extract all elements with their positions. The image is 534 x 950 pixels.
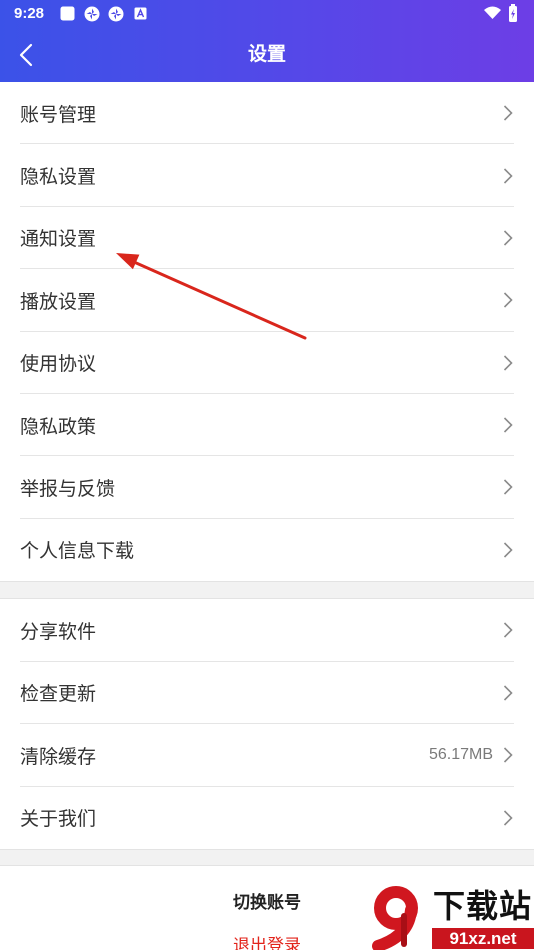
watermark-site: 91xz.net xyxy=(432,928,534,949)
settings-row-account-management[interactable]: 账号管理 xyxy=(0,82,534,145)
settings-row-privacy-policy[interactable]: 隐私政策 xyxy=(0,394,534,457)
chevron-right-icon xyxy=(503,810,513,826)
chevron-right-icon xyxy=(503,230,513,246)
watermark-logo xyxy=(362,884,432,950)
settings-group-app: 分享软件 检查更新 清除缓存 56.17MB 关于我们 xyxy=(0,599,534,849)
chevron-right-icon xyxy=(503,747,513,763)
row-label: 个人信息下载 xyxy=(20,541,135,563)
settings-row-report-feedback[interactable]: 举报与反馈 xyxy=(0,456,534,520)
pinwheel-app-icon xyxy=(108,6,124,22)
settings-row-clear-cache[interactable]: 清除缓存 56.17MB xyxy=(0,724,534,787)
top-bar: 9:28 设置 xyxy=(0,0,534,82)
row-label: 举报与反馈 xyxy=(20,478,116,500)
chevron-left-icon xyxy=(19,43,33,67)
chevron-right-icon xyxy=(503,167,513,184)
row-label: 检查更新 xyxy=(20,684,97,706)
chevron-right-icon xyxy=(503,417,513,433)
row-label: 使用协议 xyxy=(20,354,97,376)
settings-row-notification-settings[interactable]: 通知设置 xyxy=(0,207,534,270)
chevron-right-icon xyxy=(503,685,513,701)
row-label: 隐私政策 xyxy=(20,416,97,438)
pinwheel-app-icon xyxy=(84,6,100,22)
settings-row-check-update[interactable]: 检查更新 xyxy=(0,662,534,725)
row-label: 播放设置 xyxy=(20,291,97,313)
settings-row-about-us[interactable]: 关于我们 xyxy=(0,787,534,850)
settings-row-share-app[interactable]: 分享软件 xyxy=(0,599,534,662)
back-button[interactable] xyxy=(18,43,36,67)
chevron-right-icon xyxy=(503,479,513,496)
page-title: 设置 xyxy=(247,44,286,65)
chevron-right-icon xyxy=(503,542,513,558)
watermark-brand: 下载站 xyxy=(433,888,533,924)
chevron-right-icon xyxy=(503,105,513,121)
chevron-right-icon xyxy=(503,292,513,308)
section-divider xyxy=(0,849,534,866)
chevron-right-icon xyxy=(503,355,513,371)
row-label: 分享软件 xyxy=(20,621,97,643)
watermark: 下载站 91xz.net xyxy=(362,884,534,950)
section-divider xyxy=(0,581,534,599)
battery-charging-icon xyxy=(508,4,518,22)
a-letter-icon xyxy=(134,7,147,20)
wifi-icon xyxy=(484,6,501,19)
row-label: 关于我们 xyxy=(20,809,97,831)
settings-row-personal-info-download[interactable]: 个人信息下载 xyxy=(0,519,534,581)
switch-account-label: 切换账号 xyxy=(233,892,301,912)
row-label: 清除缓存 xyxy=(20,746,97,768)
settings-row-user-agreement[interactable]: 使用协议 xyxy=(0,332,534,395)
status-time: 9:28 xyxy=(14,5,45,22)
cache-size-value: 56.17MB xyxy=(428,746,493,764)
row-label: 通知设置 xyxy=(20,229,97,251)
square-notification-icon xyxy=(60,6,75,21)
settings-row-playback-settings[interactable]: 播放设置 xyxy=(0,269,534,332)
app-header: 设置 xyxy=(0,28,534,82)
settings-group-main: 账号管理 隐私设置 通知设置 播放设置 使用协议 隐私政策 举报与反馈 个人信息… xyxy=(0,82,534,581)
settings-row-privacy-settings[interactable]: 隐私设置 xyxy=(0,144,534,208)
row-label: 账号管理 xyxy=(20,104,97,126)
row-label: 隐私设置 xyxy=(20,167,97,189)
chevron-right-icon xyxy=(503,622,513,638)
status-bar: 9:28 xyxy=(0,0,534,28)
